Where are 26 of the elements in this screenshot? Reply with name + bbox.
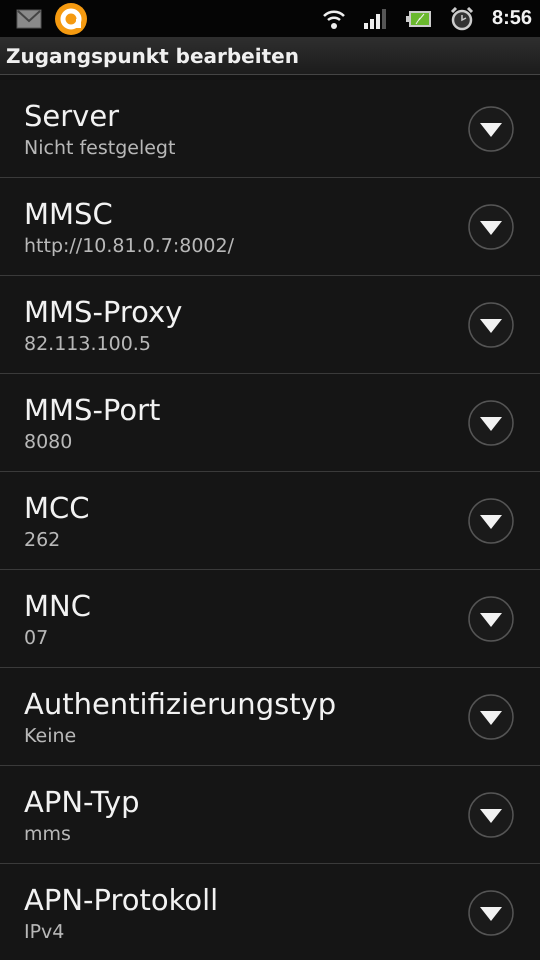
setting-value: 07 [24, 626, 50, 648]
screen-title: Zugangspunkt bearbeiten [6, 44, 299, 68]
setting-label: Authentifizierungstyp [24, 686, 336, 720]
setting-label: MMSC [24, 196, 114, 230]
wifi-icon [322, 8, 346, 30]
setting-value: http://10.81.0.7:8002/ [24, 234, 234, 256]
setting-label: Server [24, 98, 120, 132]
setting-label: MCC [24, 490, 90, 524]
setting-value: Nicht festgelegt [24, 136, 176, 158]
setting-value: IPv4 [24, 920, 66, 942]
setting-value: mms [24, 822, 72, 844]
app-logo-icon [54, 2, 88, 36]
signal-icon [364, 8, 388, 30]
mail-icon [16, 8, 42, 28]
battery-icon [406, 10, 432, 28]
setting-label: MMS-Port [24, 392, 160, 426]
setting-label: APN-Protokoll [24, 882, 218, 916]
clock-time: 8:56 [492, 7, 532, 30]
setting-label: MNC [24, 588, 91, 622]
setting-value: 82.113.100.5 [24, 332, 152, 354]
setting-value: 8080 [24, 430, 74, 452]
setting-value: Keine [24, 724, 78, 746]
setting-label: APN-Typ [24, 784, 140, 818]
alarm-clock-icon [450, 6, 474, 30]
setting-label: MMS-Proxy [24, 294, 182, 328]
setting-value: 262 [24, 528, 62, 550]
